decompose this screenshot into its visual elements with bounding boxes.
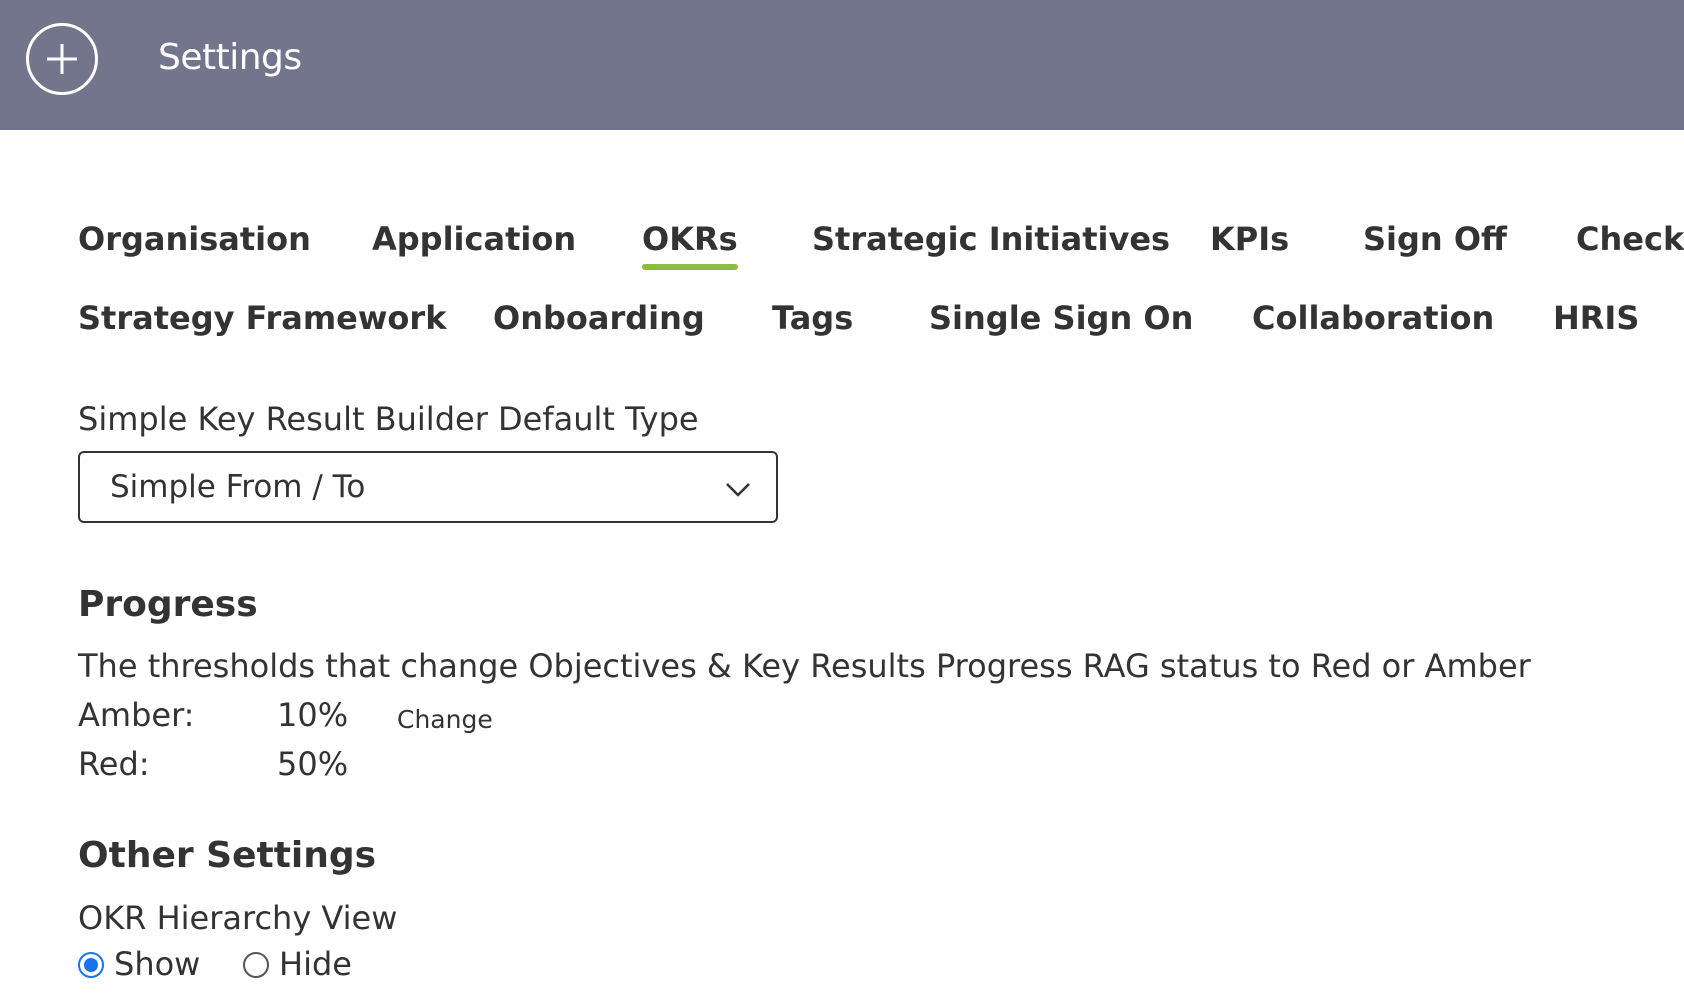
tab-check-ins[interactable]: Check- [1576,220,1684,258]
okr-hierarchy-view-label: OKR Hierarchy View [78,899,398,937]
builder-default-type-label: Simple Key Result Builder Default Type [78,400,699,438]
builder-default-type-select[interactable]: Simple From / To [78,451,778,523]
tab-application[interactable]: Application [372,220,576,258]
tab-okrs[interactable]: OKRs [642,220,738,270]
tab-tags[interactable]: Tags [772,299,853,337]
red-label: Red: [78,745,150,783]
tab-okrs-label: OKRs [642,220,738,258]
builder-default-type-value: Simple From / To [110,469,366,505]
plus-circle-icon[interactable] [26,23,98,95]
top-bar: Settings [0,0,1684,130]
hierarchy-hide-label[interactable]: Hide [279,945,352,983]
active-tab-indicator [642,264,738,270]
chevron-down-icon [724,475,752,507]
tab-single-sign-on[interactable]: Single Sign On [929,299,1193,337]
tab-collaboration[interactable]: Collaboration [1252,299,1494,337]
red-value: 50% [277,745,349,783]
amber-label: Amber: [78,696,195,734]
tab-kpis[interactable]: KPIs [1210,220,1289,258]
tab-sign-off[interactable]: Sign Off [1363,220,1507,258]
tab-strategic-initiatives[interactable]: Strategic Initiatives [812,220,1170,258]
hierarchy-hide-radio[interactable] [243,952,269,978]
hierarchy-show-label[interactable]: Show [114,945,200,983]
hierarchy-show-radio[interactable] [78,952,104,978]
page-title: Settings [158,37,302,78]
progress-heading: Progress [78,584,258,625]
tab-strategy-framework[interactable]: Strategy Framework [78,299,446,337]
change-thresholds-link[interactable]: Change [397,705,493,734]
tab-hris[interactable]: HRIS [1553,299,1639,337]
other-settings-heading: Other Settings [78,835,377,876]
tab-organisation[interactable]: Organisation [78,220,311,258]
amber-value: 10% [277,696,349,734]
progress-description: The thresholds that change Objectives & … [78,647,1531,685]
tab-onboarding[interactable]: Onboarding [493,299,705,337]
